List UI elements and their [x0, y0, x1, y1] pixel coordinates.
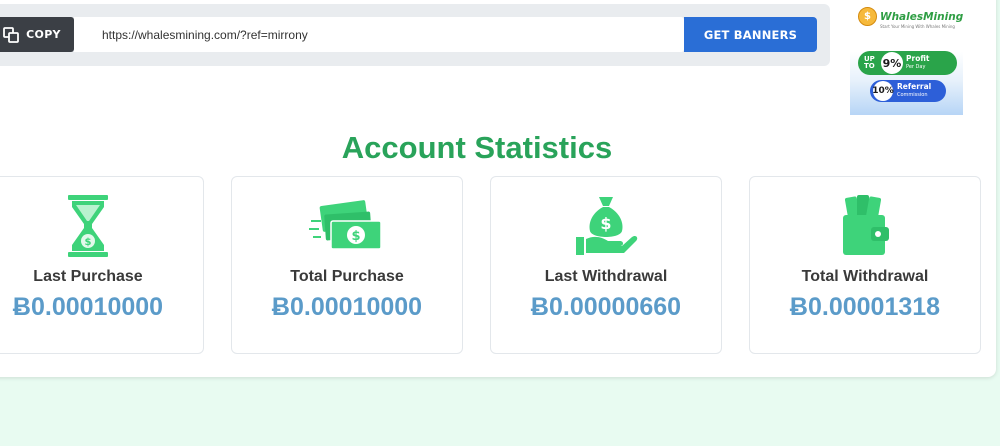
get-banners-button[interactable]: GET BANNERS [684, 17, 817, 52]
money-stack-icon: $ [309, 200, 382, 250]
stat-label: Total Purchase [290, 268, 404, 285]
svg-text:$: $ [351, 229, 360, 244]
stat-label: Last Withdrawal [544, 268, 668, 285]
ad-referral-pct: 10% [872, 81, 894, 101]
stat-card-total-purchase: $ Total Purchase Ƀ0.00010000 [231, 176, 463, 354]
copy-label: COPY [26, 28, 61, 41]
stat-card-last-purchase: $ Last Purchase Ƀ0.00010000 [0, 176, 204, 354]
ad-brand: WhalesMining [880, 10, 963, 23]
ad-up-to: UP TO [864, 55, 875, 70]
ad-tagline: Start Your Mining With Whales Mining [880, 24, 955, 29]
svg-text:$: $ [600, 214, 611, 233]
ad-referral-label: Referral [897, 82, 932, 91]
copy-icon [3, 26, 20, 43]
money-bag-hand-icon: $ [576, 197, 638, 255]
section-title: Account Statistics [341, 130, 613, 165]
stat-card-last-withdrawal: $ Last Withdrawal Ƀ0.00000660 [490, 176, 722, 354]
stat-value: Ƀ0.00010000 [12, 293, 164, 321]
stat-card-total-withdrawal: Total Withdrawal Ƀ0.00001318 [749, 176, 981, 354]
stat-label: Last Purchase [33, 268, 143, 285]
ad-referral-pill: 10% Referral Commission [870, 80, 946, 102]
stat-value: Ƀ0.00001318 [789, 293, 941, 321]
ad-profit-pill: UP TO 9% Profit Per Day [858, 51, 957, 75]
wallet-icon [843, 195, 889, 255]
ad-profit-label: Profit [906, 54, 930, 63]
referral-link-input[interactable] [74, 17, 684, 52]
stat-value: Ƀ0.00010000 [271, 293, 423, 321]
stat-value: Ƀ0.00000660 [530, 293, 682, 321]
ad-profit-sub: Per Day [906, 64, 926, 70]
ad-profit-pct: 9% [881, 52, 903, 74]
coin-logo-icon: $ [858, 7, 877, 26]
get-banners-label: GET BANNERS [703, 27, 798, 42]
whalesmining-ad-banner[interactable]: $ WhalesMining Start Your Mining With Wh… [850, 0, 963, 115]
hourglass-icon: $ [68, 195, 108, 257]
svg-text:$: $ [85, 237, 92, 248]
stat-label: Total Withdrawal [801, 268, 929, 285]
copy-button[interactable]: COPY [0, 17, 74, 52]
ad-referral-sub: Commission [897, 92, 928, 98]
